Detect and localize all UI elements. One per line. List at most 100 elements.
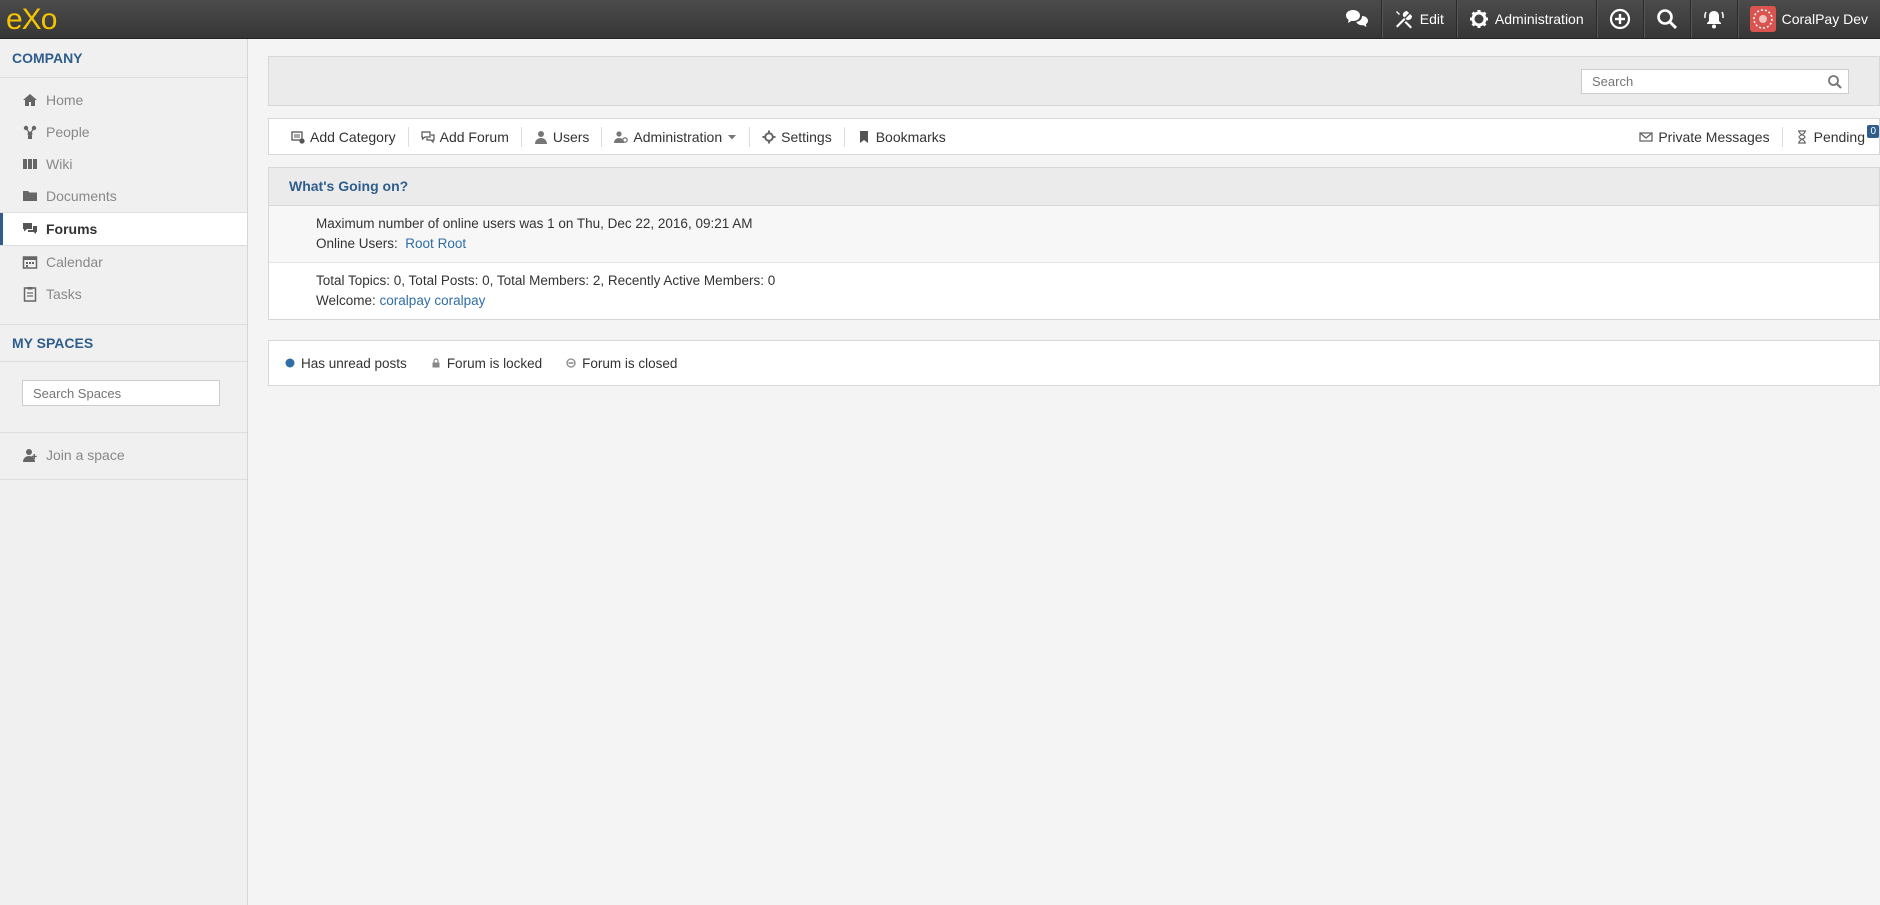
toolbar-right-group: Private Messages Pending 0	[1617, 119, 1879, 154]
bookmarks-label: Bookmarks	[875, 128, 946, 145]
caret-down-icon	[728, 134, 737, 139]
join-space-label: Join a space	[46, 447, 125, 463]
pending-button[interactable]: Pending	[1783, 127, 1879, 147]
calendar-icon	[22, 256, 38, 269]
max-online-text: Maximum number of online users was 1 on …	[316, 216, 753, 231]
forum-portlet: Add Category Add Forum Users Administrat…	[268, 56, 1880, 386]
exo-logo[interactable]: eXo	[6, 3, 70, 33]
closed-circle-icon	[566, 358, 576, 368]
sidebar-item-label: Wiki	[46, 156, 73, 172]
tasks-icon	[23, 287, 37, 302]
top-navigation-bar: eXo Edit Administration CoralPay Dev	[0, 0, 1880, 39]
add-category-icon	[291, 130, 305, 144]
sidebar-item-label: Calendar	[46, 254, 103, 270]
add-button[interactable]	[1595, 0, 1643, 38]
administration-label: Administration	[1494, 11, 1584, 27]
company-nav: Home People Wiki Documents Forums Calend…	[0, 78, 247, 316]
sidebar-item-label: Home	[46, 92, 84, 108]
settings-button[interactable]: Settings	[750, 126, 845, 147]
welcome-line: Welcome: coralpay coralpay	[316, 291, 1879, 311]
admin-user-icon	[614, 130, 629, 143]
sidebar-item-home[interactable]: Home	[0, 84, 247, 116]
join-space-container: Join a space	[0, 433, 247, 480]
sidebar-item-tasks[interactable]: Tasks	[0, 278, 247, 310]
wiki-icon	[23, 159, 37, 169]
pending-count-badge: 0	[1867, 125, 1879, 138]
avatar	[1749, 6, 1776, 32]
gear-icon	[1469, 10, 1488, 28]
search-spaces-input[interactable]	[22, 380, 220, 406]
tools-icon	[1395, 10, 1412, 29]
folder-icon	[23, 191, 37, 201]
online-users-row: Maximum number of online users was 1 on …	[269, 206, 1879, 263]
pending-label: Pending	[1813, 128, 1865, 145]
sidebar-item-wiki[interactable]: Wiki	[0, 148, 247, 180]
bookmark-icon	[859, 130, 868, 143]
sidebar-item-documents[interactable]: Documents	[0, 180, 247, 212]
online-user-link[interactable]: Root Root	[405, 236, 466, 251]
unread-dot-icon	[285, 358, 295, 368]
administration-menu[interactable]: Administration	[1455, 0, 1596, 38]
legend-closed: Forum is closed	[566, 356, 677, 371]
search-icon[interactable]	[1826, 73, 1844, 91]
online-users-label: Online Users:	[316, 236, 398, 251]
edit-label: Edit	[1419, 11, 1444, 27]
bookmarks-button[interactable]: Bookmarks	[845, 127, 958, 147]
envelope-icon	[1639, 131, 1653, 142]
forum-stats-row: Total Topics: 0, Total Posts: 0, Total M…	[269, 263, 1879, 319]
forums-icon	[23, 223, 37, 234]
search-button[interactable]	[1642, 0, 1690, 38]
edit-menu[interactable]: Edit	[1380, 0, 1456, 38]
sidebar-item-label: Tasks	[46, 286, 82, 302]
chat-icon	[1345, 10, 1368, 27]
notifications-button[interactable]	[1689, 0, 1737, 38]
company-section-title: COMPANY	[0, 39, 247, 78]
administration-label: Administration	[633, 128, 723, 145]
left-sidebar: COMPANY Home People Wiki Documents Forum…	[0, 39, 248, 905]
welcome-label: Welcome:	[316, 293, 376, 308]
sidebar-item-label: Forums	[46, 221, 98, 237]
sidebar-item-forums[interactable]: Forums	[0, 212, 247, 246]
sidebar-item-label: Documents	[46, 188, 117, 204]
add-forum-button[interactable]: Add Forum	[409, 126, 522, 147]
forum-search-input[interactable]	[1582, 71, 1826, 92]
home-icon	[23, 94, 37, 106]
hourglass-icon	[1797, 129, 1806, 144]
administration-dropdown[interactable]: Administration	[602, 126, 751, 147]
forum-icon-legend: Has unread posts Forum is locked Forum i…	[268, 340, 1880, 386]
user-menu[interactable]: CoralPay Dev	[1736, 0, 1880, 38]
users-label: Users	[552, 128, 590, 145]
whats-going-on-title[interactable]: What's Going on?	[269, 168, 1879, 206]
legend-locked: Forum is locked	[431, 356, 542, 371]
search-icon	[1656, 9, 1677, 30]
online-users-line: Online Users: Root Root	[316, 234, 1879, 254]
settings-gear-icon	[762, 130, 776, 143]
people-icon	[23, 125, 37, 139]
chat-button[interactable]	[1333, 0, 1381, 38]
legend-unread-label: Has unread posts	[301, 355, 407, 371]
sidebar-item-people[interactable]: People	[0, 116, 247, 148]
user-add-icon	[23, 449, 37, 462]
add-category-button[interactable]: Add Category	[269, 126, 409, 147]
user-name: CoralPay Dev	[1781, 11, 1868, 27]
legend-closed-label: Forum is closed	[582, 355, 678, 371]
private-messages-button[interactable]: Private Messages	[1617, 126, 1783, 147]
join-space-link[interactable]: Join a space	[0, 439, 247, 471]
legend-locked-label: Forum is locked	[446, 355, 543, 371]
add-forum-icon	[421, 130, 435, 143]
forum-stats-text: Total Topics: 0, Total Posts: 0, Total M…	[316, 273, 776, 288]
forum-search-box	[1581, 69, 1849, 94]
legend-unread: Has unread posts	[285, 356, 407, 371]
avatar-image-icon	[1749, 6, 1776, 32]
add-forum-label: Add Forum	[439, 128, 509, 145]
lock-icon	[432, 358, 440, 368]
user-icon	[534, 130, 547, 144]
plus-circle-icon	[1609, 8, 1630, 30]
add-category-label: Add Category	[310, 128, 396, 145]
welcome-user-link[interactable]: coralpay coralpay	[380, 293, 486, 308]
bell-icon	[1703, 11, 1724, 29]
forum-action-toolbar: Add Category Add Forum Users Administrat…	[268, 118, 1880, 155]
users-button[interactable]: Users	[522, 126, 603, 147]
sidebar-item-calendar[interactable]: Calendar	[0, 246, 247, 278]
spaces-search-container	[0, 362, 247, 433]
